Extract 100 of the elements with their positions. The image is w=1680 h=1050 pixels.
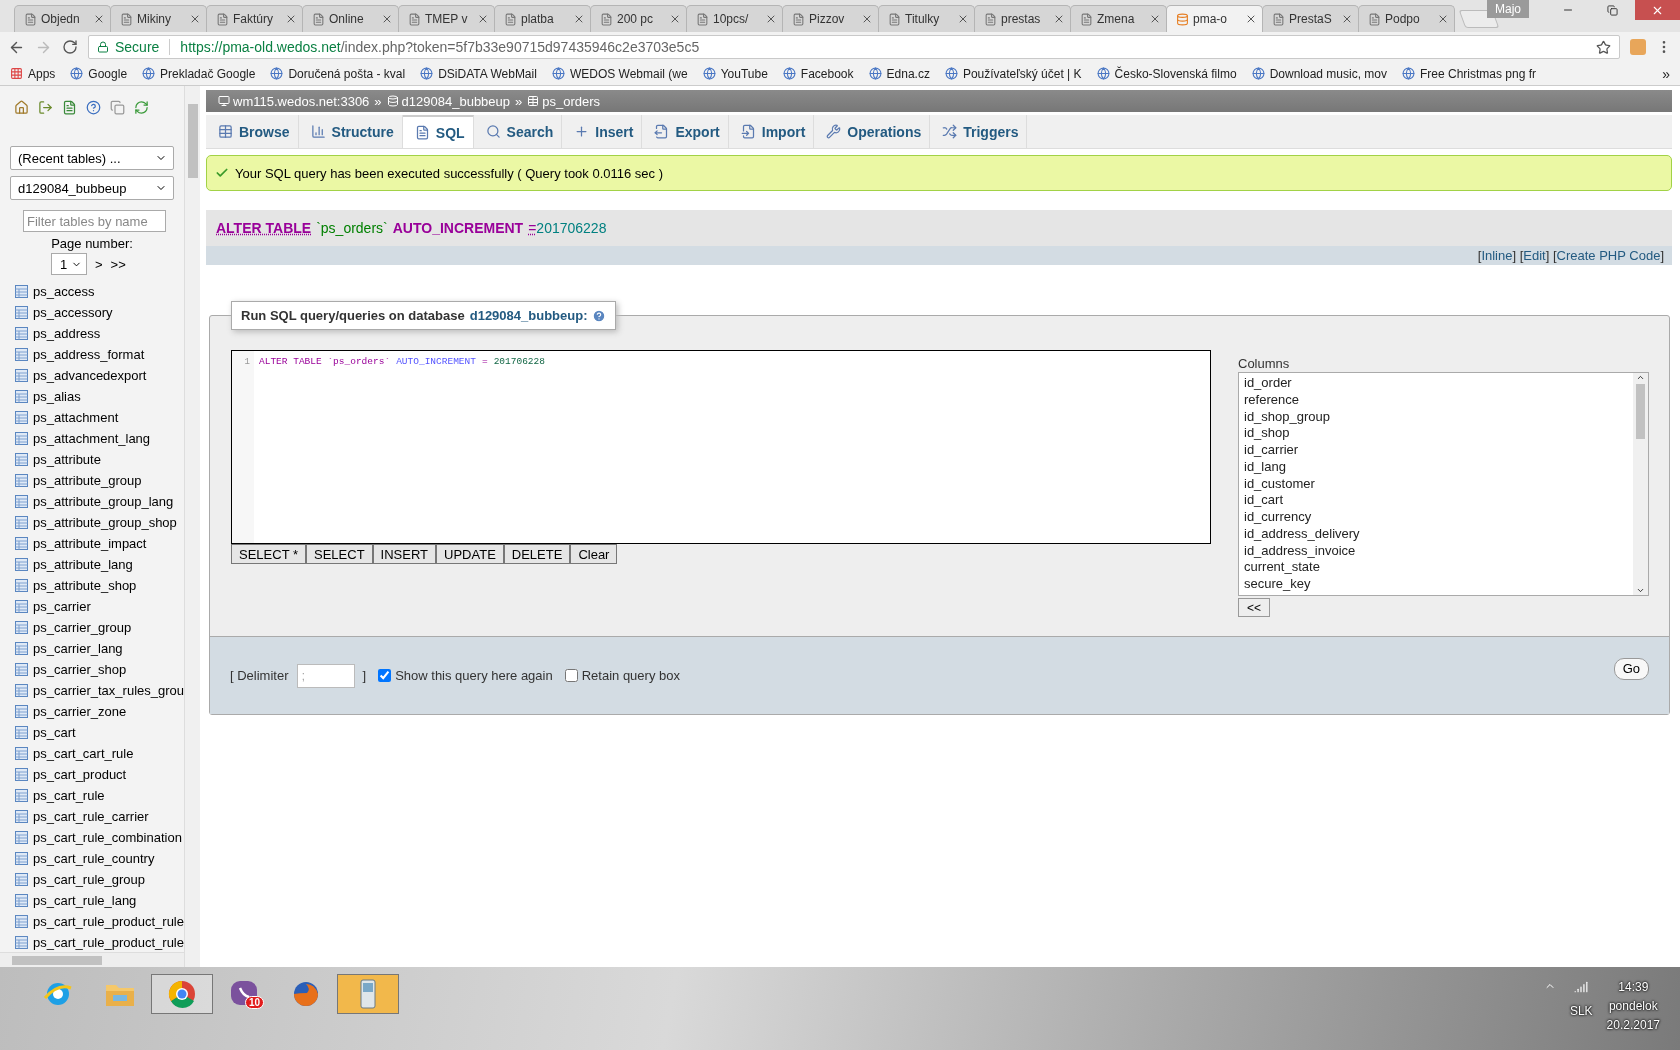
close-icon[interactable] [1053,13,1065,25]
exit-icon[interactable] [38,100,53,115]
query-link[interactable]: Edit [1523,248,1546,263]
nav-tab[interactable]: SQL [402,115,474,148]
close-icon[interactable] [189,13,201,25]
bookmark[interactable]: Česko-Slovenská filmo [1096,66,1237,81]
table-item[interactable]: ps_carrier_group [0,617,184,638]
column-item[interactable]: id_address_delivery [1244,525,1628,543]
table-item[interactable]: ps_address [0,323,184,344]
table-item[interactable]: ps_attribute_impact [0,533,184,554]
last-page-link[interactable]: >> [110,256,126,272]
nav-tab[interactable]: Export [642,115,729,148]
table-item[interactable]: ps_attribute_group_lang [0,491,184,512]
bookmark[interactable]: Download music, mov [1251,66,1387,81]
table-item[interactable]: ps_address_format [0,344,184,365]
nav-tab[interactable]: Structure [298,115,403,148]
nav-tab[interactable]: Operations [814,115,931,148]
nav-tab[interactable]: Insert [562,115,643,148]
browser-tab[interactable]: pma-o [1166,5,1263,32]
database-select[interactable]: d129084_bubbeup [10,176,174,200]
table-item[interactable]: ps_cart_rule_product_rule [0,932,184,953]
table-item[interactable]: ps_attribute_shop [0,575,184,596]
taskbar-app[interactable]: 10 [213,974,275,1014]
close-icon[interactable] [381,13,393,25]
help-icon[interactable] [86,100,101,115]
scrollbar[interactable] [1633,373,1648,595]
bookmark[interactable]: Facebook [782,66,854,81]
close-icon[interactable] [765,13,777,25]
reload-button[interactable] [62,39,78,55]
more-bookmarks-button[interactable]: » [1662,65,1670,82]
scrollbar[interactable] [184,86,200,967]
columns-list[interactable]: id_order reference id_shop_group id_shop id_carrier id_lang id_customer id_cart id_currency id_address_delivery id_address_invoice current_state secure_key [1238,372,1649,596]
table-item[interactable]: ps_carrier_lang [0,638,184,659]
close-icon[interactable] [93,13,105,25]
bookmark[interactable]: Free Christmas png fr [1402,66,1537,81]
home-icon[interactable] [14,100,29,115]
clock[interactable]: 14:39 pondelok 20.2.2017 [1606,980,1660,1032]
column-item[interactable]: id_carrier [1244,442,1628,459]
bookmark[interactable]: Google [70,66,128,81]
browser-tab[interactable]: TMEP v [398,5,495,32]
close-icon[interactable] [285,13,297,25]
breadcrumb-link[interactable]: ps_orders [527,93,601,109]
bookmark[interactable]: DSiDATA WebMail [420,66,537,81]
nav-tab[interactable]: Triggers [930,115,1028,148]
column-item[interactable]: id_cart [1244,492,1628,510]
query-link[interactable]: Inline [1481,248,1513,263]
close-icon[interactable] [1341,13,1353,25]
table-item[interactable]: ps_cart_rule_carrier [0,806,184,827]
close-icon[interactable] [861,13,873,25]
table-item[interactable]: ps_access [0,281,184,302]
star-icon[interactable] [1596,39,1611,55]
browser-tab[interactable]: Objedn [14,5,111,32]
column-item[interactable]: id_address_invoice [1244,542,1628,560]
browser-tab[interactable]: Podpo [1358,5,1455,32]
checkbox[interactable] [378,669,392,682]
language-indicator[interactable]: SLK [1569,1004,1593,1018]
table-item[interactable]: ps_cart_rule_group [0,869,184,890]
column-item[interactable]: id_shop_group [1244,408,1628,426]
table-item[interactable]: ps_cart_cart_rule [0,743,184,764]
next-page-link[interactable]: > [95,256,103,272]
bookmark[interactable]: Prekladač Google [142,66,256,81]
table-item[interactable]: ps_attachment [0,407,184,428]
sql-link[interactable]: = [528,220,537,236]
browser-tab[interactable]: Titulky [878,5,975,32]
browser-tab[interactable]: platba [494,5,591,32]
table-item[interactable]: ps_carrier_tax_rules_grou [0,680,184,701]
taskbar-app[interactable] [337,974,399,1014]
table-item[interactable]: ps_carrier [0,596,184,617]
table-item[interactable]: ps_cart_rule_product_rule [0,911,184,932]
page-select[interactable]: 1 [51,253,87,275]
bookmark[interactable]: YouTube [702,66,768,81]
nav-tab[interactable]: Search [473,115,563,148]
query-button[interactable]: Clear [570,544,618,564]
query-button[interactable]: UPDATE [436,544,504,564]
browser-tab[interactable]: Faktúry [206,5,303,32]
table-item[interactable]: ps_attribute [0,449,184,470]
filter-field[interactable]: Filter tables by name [23,210,166,232]
table-item[interactable]: ps_attribute_group [0,470,184,491]
reload-icon[interactable] [134,100,149,115]
query-button[interactable]: INSERT [372,544,437,564]
column-item[interactable]: id_shop [1244,425,1628,443]
bookmark[interactable]: Edna.cz [868,66,930,81]
bookmark[interactable]: Doručená pošta - kval [270,66,406,81]
signal-icon[interactable] [1574,980,1589,994]
bookmark[interactable]: WEDOS Webmail (we [551,66,688,81]
insert-column-button[interactable]: << [1238,598,1270,617]
column-item[interactable]: id_lang [1244,458,1628,476]
column-item[interactable]: reference [1244,391,1628,409]
scrollbar-thumb[interactable] [1636,384,1645,439]
column-item[interactable]: id_customer [1244,475,1628,493]
taskbar-app[interactable] [151,974,213,1014]
table-item[interactable]: ps_cart_rule_combination [0,827,184,848]
browser-tab[interactable]: prestas [974,5,1071,32]
table-item[interactable]: ps_attribute_group_shop [0,512,184,533]
column-item[interactable]: current_state [1244,559,1628,577]
recent-tables-select[interactable]: (Recent tables) ... [10,146,174,170]
close-icon[interactable] [1245,13,1257,25]
table-item[interactable]: ps_attribute_lang [0,554,184,575]
column-item[interactable]: id_order [1244,375,1628,392]
query-button[interactable]: DELETE [503,544,571,564]
